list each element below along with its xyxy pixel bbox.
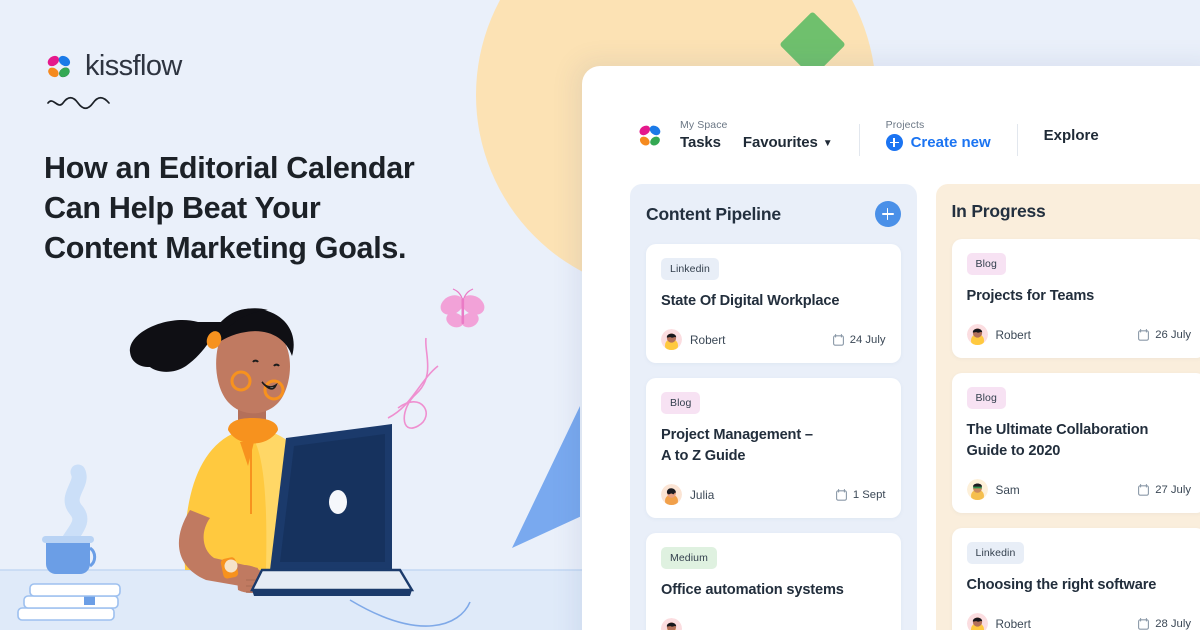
nav-group-label-my-space: My Space [680, 119, 728, 131]
column-header: In Progress [952, 201, 1200, 222]
page-title: How an Editorial Calendar Can Help Beat … [44, 151, 415, 265]
due-date-label: 28 July [1155, 617, 1191, 630]
nav-divider-1 [858, 124, 860, 156]
card-tag: Medium [661, 547, 717, 569]
card-due-date: 24 July [832, 333, 886, 346]
card-title: Office automation systems [661, 582, 844, 598]
card-tag: Linkedin [966, 542, 1025, 564]
nav-group-my-space: My Space Tasks Favourites ▼ [680, 119, 833, 151]
nav-group-projects: Projects Create new [885, 119, 991, 151]
due-date-label: 27 July [1155, 483, 1191, 496]
calendar-icon [1138, 617, 1150, 630]
calendar-icon [832, 333, 844, 346]
kissflow-butterfly-icon [44, 52, 74, 82]
column-in-progress: In Progress Blog Projects for Teams Robe… [935, 184, 1200, 630]
assignee-name: Robert [995, 616, 1031, 630]
card-title: State Of Digital Workplace [661, 293, 840, 309]
card-footer: Robert 26 July [966, 324, 1191, 345]
card-footer: Sam 27 July [966, 479, 1191, 500]
card[interactable]: Blog Project Management – A to Z Guide J… [646, 378, 901, 518]
brand-logo: kissflow [44, 50, 514, 83]
due-date-label: 1 Sept [852, 488, 886, 501]
card-footer: Julia 1 Sept [661, 484, 886, 505]
card-assignee: Robert [966, 613, 1031, 630]
card-tag: Blog [966, 387, 1006, 409]
column-title: Content Pipeline [646, 203, 781, 224]
page-root: kissflow How an Editorial Calendar Can H… [0, 0, 1200, 630]
hero-illustration [0, 270, 600, 630]
avatar [966, 479, 988, 500]
card-assignee: Sam [966, 479, 1020, 500]
avatar [661, 618, 682, 630]
due-date-label: 24 July [849, 333, 886, 346]
nav-item-tasks-label: Tasks [680, 134, 721, 151]
card-title: Project Management – A to Z Guide [661, 427, 813, 464]
chevron-down-icon: ▼ [822, 137, 833, 149]
due-date-label: 26 July [1155, 328, 1191, 341]
column-title: In Progress [951, 201, 1046, 221]
plus-circle-icon [885, 134, 903, 151]
create-new-label: Create new [910, 134, 991, 151]
card-due-date: 27 July [1138, 484, 1191, 496]
card[interactable]: Linkedin State Of Digital Workplace Robe… [646, 244, 901, 363]
card-due-date: 26 July [1138, 329, 1191, 341]
assignee-name: Julia [690, 487, 715, 502]
column-header: Content Pipeline [646, 201, 901, 227]
create-new-button[interactable]: Create new [885, 134, 991, 151]
card[interactable]: Linkedin Choosing the right software Rob… [951, 528, 1200, 630]
nav-item-explore[interactable]: Explore [1044, 127, 1099, 144]
card-assignee: Robert [661, 329, 725, 350]
nav-item-favourites-label: Favourites [742, 134, 818, 151]
avatar [661, 329, 682, 350]
card-tag: Blog [661, 392, 701, 414]
calendar-icon [1138, 483, 1150, 496]
brand-name: kissflow [85, 50, 182, 82]
avatar [661, 484, 682, 505]
calendar-icon [835, 488, 847, 501]
app-panel: My Space Tasks Favourites ▼ Projects Cre… [582, 66, 1200, 630]
card-title: The Ultimate Collaboration Guide to 2020 [966, 422, 1149, 459]
nav-divider-2 [1016, 124, 1018, 156]
calendar-icon [1138, 328, 1150, 341]
app-navbar: My Space Tasks Favourites ▼ Projects Cre… [582, 66, 1200, 156]
avatar [966, 613, 988, 630]
avatar [966, 324, 988, 345]
kanban-board: Content Pipeline Linkedin State Of Digit… [582, 156, 1200, 630]
squiggle-decoration [46, 96, 514, 115]
card-assignee: Julia [661, 484, 714, 505]
nav-item-tasks[interactable]: Tasks [680, 134, 721, 151]
card-due-date: 1 Sept [835, 488, 886, 501]
column-content-pipeline: Content Pipeline Linkedin State Of Digit… [630, 184, 917, 630]
card-assignee: Robert [966, 324, 1031, 345]
assignee-name: Robert [690, 332, 726, 347]
card-tag: Linkedin [661, 258, 719, 280]
card-title: Choosing the right software [966, 577, 1157, 593]
card[interactable]: Blog The Ultimate Collaboration Guide to… [951, 373, 1200, 513]
card-title: Projects for Teams [966, 288, 1095, 304]
card-due-date: 28 July [1138, 618, 1191, 630]
hero-section: kissflow How an Editorial Calendar Can H… [44, 50, 514, 288]
card-tag: Blog [966, 253, 1006, 275]
nav-group-label-projects: Projects [885, 119, 925, 131]
card-footer: Robert 24 July [661, 329, 886, 350]
assignee-name: Sam [995, 482, 1020, 497]
card[interactable]: Medium Office automation systems [646, 533, 901, 630]
card-assignee [661, 618, 690, 630]
add-card-button[interactable] [874, 201, 901, 227]
kissflow-butterfly-icon [636, 122, 664, 150]
card-footer: Robert 28 July [966, 613, 1191, 630]
nav-item-favourites[interactable]: Favourites ▼ [743, 134, 833, 151]
card[interactable]: Blog Projects for Teams Robert 26 July [951, 239, 1200, 358]
card-footer [661, 618, 886, 630]
assignee-name: Robert [995, 327, 1031, 342]
